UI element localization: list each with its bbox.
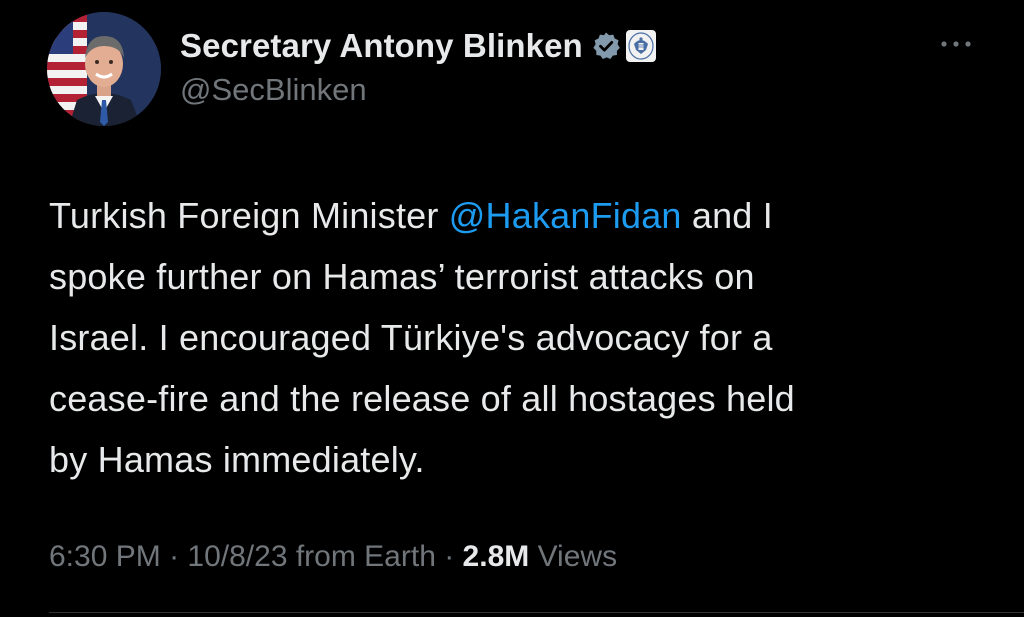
tweet-date[interactable]: 10/8/23: [187, 540, 287, 573]
tweet-text-line: by Hamas immediately.: [49, 439, 425, 480]
more-options-icon[interactable]: [938, 36, 974, 52]
divider: [49, 612, 1024, 613]
state-department-seal-icon[interactable]: [625, 30, 656, 62]
tweet-text-line: Turkish Foreign Minister @HakanFidan and…: [49, 185, 999, 246]
tweet-text-segment: Turkish Foreign Minister: [49, 195, 449, 236]
tweet-text-line: spoke further on Hamas’ terrorist attack…: [49, 256, 755, 297]
tweet-text-line: cease-fire and the release of all hostag…: [49, 378, 795, 419]
tweet-text-line: Israel. I encouraged Türkiye's advocacy …: [49, 317, 773, 358]
author-name-row: Secretary Antony Blinken: [180, 24, 656, 68]
avatar[interactable]: [47, 12, 161, 126]
views-label: Views: [529, 540, 618, 573]
author-display-name[interactable]: Secretary Antony Blinken: [180, 27, 583, 65]
meta-separator: ·: [435, 540, 463, 573]
mention-link[interactable]: @HakanFidan: [449, 195, 682, 236]
avatar-photo: [47, 12, 161, 126]
tweet-text: Turkish Foreign Minister @HakanFidan and…: [49, 185, 999, 490]
author-handle[interactable]: @SecBlinken: [180, 72, 367, 108]
tweet-time[interactable]: 6:30 PM: [49, 540, 161, 573]
views-count[interactable]: 2.8M: [463, 540, 530, 573]
verified-check-icon[interactable]: [591, 31, 621, 61]
tweet: Secretary Antony Blinken @SecBlinken Tur…: [0, 0, 1024, 617]
tweet-source: from Earth: [287, 540, 436, 573]
meta-separator: ·: [160, 540, 188, 573]
tweet-meta: 6:30 PM · 10/8/23 from Earth · 2.8M View…: [49, 540, 617, 574]
tweet-text-segment: and I: [681, 195, 773, 236]
